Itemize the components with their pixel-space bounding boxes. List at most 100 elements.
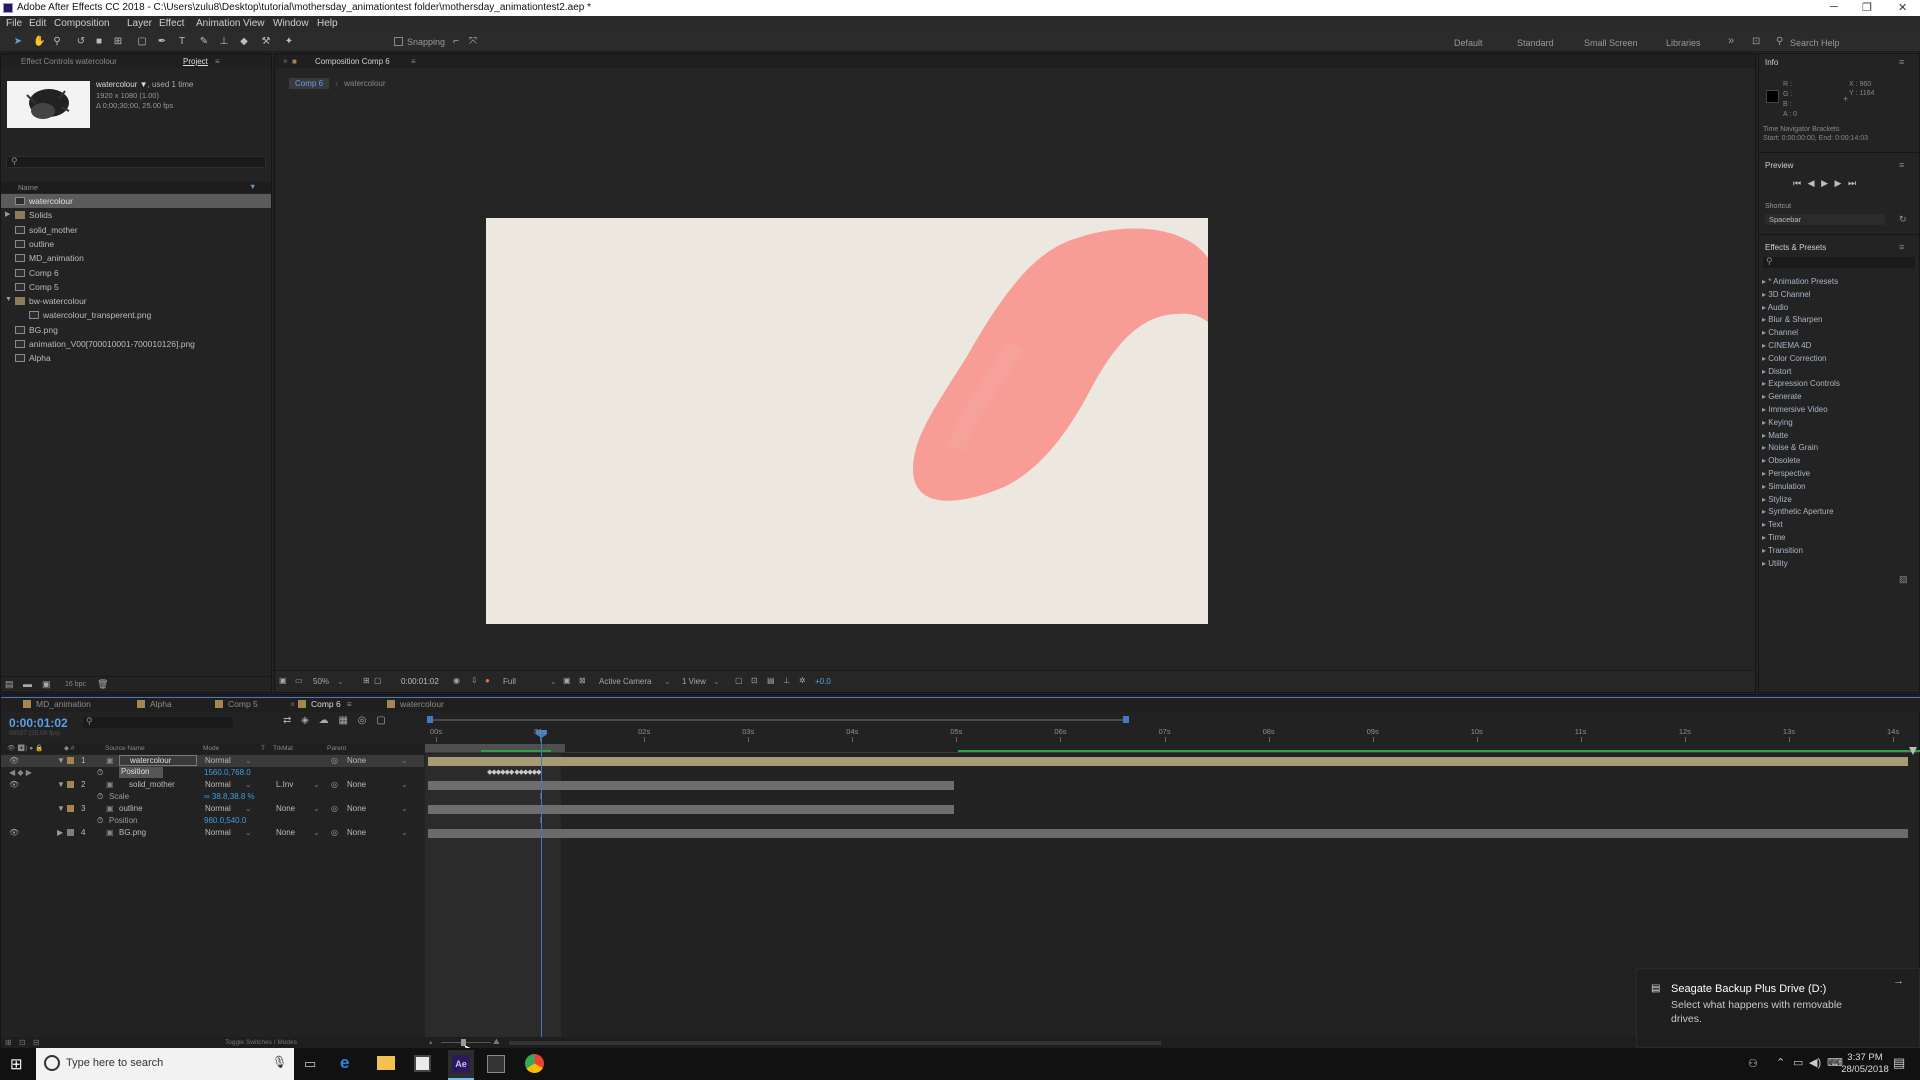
layer-row-solid-mother[interactable]: 👁 ▼ 2 ▣ solid_mother Normal ⌄ L.Inv ⌄ ◎ … bbox=[1, 779, 424, 791]
reset-shortcut-icon[interactable]: ↻ bbox=[1899, 214, 1907, 225]
project-item[interactable]: watercolour_transperent.png bbox=[1, 308, 271, 322]
draft-3d-icon[interactable]: ◈ bbox=[301, 715, 309, 726]
comp-timecode[interactable]: 0:00:01:02 bbox=[401, 677, 439, 686]
parent-select[interactable]: None bbox=[347, 780, 366, 789]
layer-mode[interactable]: Normal bbox=[205, 780, 231, 789]
zoom-in-icon[interactable]: ⛰ bbox=[493, 1037, 500, 1047]
zoom-tool-icon[interactable]: ⚲ bbox=[51, 36, 63, 48]
time-navigator[interactable] bbox=[425, 715, 1919, 725]
workspace-libraries[interactable]: Libraries bbox=[1666, 38, 1701, 48]
panel-menu-icon[interactable]: ≡ bbox=[215, 57, 220, 66]
grid-guides-icon[interactable]: ⊞ bbox=[363, 676, 370, 685]
edge-browser-icon[interactable]: e bbox=[340, 1053, 349, 1073]
volume-icon[interactable]: ◀) bbox=[1809, 1056, 1821, 1069]
parent-select[interactable]: None bbox=[347, 804, 366, 813]
effects-category[interactable]: Perspective bbox=[1762, 469, 1810, 478]
label-color-swatch[interactable] bbox=[67, 829, 74, 836]
selection-tool-icon[interactable]: ➤ bbox=[12, 36, 24, 48]
after-effects-taskbar-button[interactable]: Ae bbox=[448, 1050, 474, 1080]
layer-mode[interactable]: Normal bbox=[205, 804, 231, 813]
menu-composition[interactable]: Composition bbox=[54, 18, 110, 29]
more-workspaces-icon[interactable]: » bbox=[1728, 35, 1734, 47]
delete-icon[interactable]: 🗑 bbox=[97, 679, 108, 690]
effects-category[interactable]: Audio bbox=[1762, 303, 1788, 312]
always-preview-icon[interactable]: ▣ bbox=[279, 676, 287, 685]
in-out-icon[interactable]: ⊟ bbox=[33, 1038, 40, 1047]
tab-comp5[interactable]: Comp 5 bbox=[215, 699, 258, 709]
effects-menu-icon[interactable]: ≡ bbox=[1899, 242, 1904, 252]
layer-name[interactable]: outline bbox=[119, 804, 143, 813]
expand-arrow-icon[interactable]: ▼ bbox=[57, 804, 65, 813]
shortcut-select[interactable]: Spacebar bbox=[1765, 214, 1885, 225]
frame-blending-icon[interactable]: ▦ bbox=[338, 715, 347, 726]
effects-category[interactable]: Channel bbox=[1762, 328, 1798, 337]
toggle-switches-modes[interactable]: Toggle Switches / Modes bbox=[225, 1039, 297, 1046]
keyframe-markers[interactable]: ◆◆◆◆◆◆ ◆◆◆◆◆◆ bbox=[487, 768, 542, 776]
motion-blur-icon[interactable]: ◎ bbox=[358, 715, 367, 726]
effects-category[interactable]: Utility bbox=[1762, 559, 1788, 568]
pickwhip-icon[interactable]: ◎ bbox=[331, 756, 338, 765]
pan-behind-tool-icon[interactable]: ⊞ bbox=[112, 36, 124, 48]
layer-bar-watercolour[interactable] bbox=[428, 757, 1908, 766]
label-color-swatch[interactable] bbox=[67, 757, 74, 764]
menu-edit[interactable]: Edit bbox=[29, 18, 46, 29]
file-explorer-icon[interactable] bbox=[377, 1056, 395, 1070]
first-frame-icon[interactable]: ⏮ bbox=[1793, 178, 1801, 188]
preview-menu-icon[interactable]: ≡ bbox=[1899, 160, 1904, 170]
rotate-tool-icon[interactable]: ↺ bbox=[75, 36, 87, 48]
brush-tool-icon[interactable]: ✎ bbox=[198, 36, 210, 48]
pen-tool-icon[interactable]: ✒ bbox=[156, 36, 168, 48]
snap-features-icon[interactable]: ⤧ bbox=[467, 36, 479, 48]
sort-icon[interactable]: ▼ bbox=[249, 182, 256, 191]
graph-editor-icon[interactable]: ▢ bbox=[376, 715, 385, 726]
effects-search-input[interactable]: ⚲ bbox=[1763, 256, 1915, 268]
effects-category[interactable]: Immersive Video bbox=[1762, 405, 1827, 414]
chrome-icon[interactable] bbox=[525, 1054, 544, 1073]
effects-category[interactable]: Text bbox=[1762, 520, 1783, 529]
effect-controls-tab[interactable]: Effect Controls watercolour bbox=[21, 57, 117, 66]
breadcrumb-comp6[interactable]: Comp 6 bbox=[289, 78, 330, 89]
mode-header[interactable]: Mode bbox=[203, 745, 219, 752]
drive-notification[interactable]: ▤ Seagate Backup Plus Drive (D:) Select … bbox=[1636, 968, 1920, 1048]
minimize-icon[interactable]: ─ bbox=[1830, 1, 1838, 13]
comp-mini-flowchart-icon[interactable]: ⇄ bbox=[283, 715, 291, 726]
trkmat-select[interactable]: None bbox=[276, 828, 295, 837]
close-panel-icon[interactable]: × bbox=[283, 57, 288, 66]
notification-expand-icon[interactable]: → bbox=[1893, 975, 1904, 987]
visibility-icon[interactable]: 👁 bbox=[9, 756, 19, 765]
mask-visibility-icon[interactable]: ▭ bbox=[295, 676, 303, 685]
taskbar-search-box[interactable]: Type here to search 🎙 bbox=[36, 1048, 294, 1080]
transfer-controls-icon[interactable]: ⊡ bbox=[19, 1038, 26, 1047]
property-value[interactable]: 1560.0,768.0 bbox=[204, 768, 251, 777]
menu-window[interactable]: Window bbox=[273, 18, 309, 29]
tab-alpha[interactable]: Alpha bbox=[137, 699, 172, 709]
info-menu-icon[interactable]: ≡ bbox=[1899, 57, 1904, 67]
comp-panel-menu-icon[interactable]: ≡ bbox=[411, 57, 416, 66]
composition-tab[interactable]: Composition Comp 6 bbox=[315, 57, 390, 66]
layer-row-bg[interactable]: 👁 ▶ 4 ▣ BG.png Normal ⌄ None ⌄ ◎ None ⌄ bbox=[1, 827, 424, 839]
effects-category[interactable]: Synthetic Aperture bbox=[1762, 507, 1833, 516]
layer-bar-outline[interactable] bbox=[428, 805, 954, 814]
source-name-header[interactable]: Source Name bbox=[105, 745, 145, 752]
usb-drive-icon[interactable]: ▭ bbox=[1793, 1056, 1803, 1069]
parent-header[interactable]: Parent bbox=[327, 745, 346, 752]
sync-settings-icon[interactable]: ⊡ bbox=[1752, 36, 1760, 47]
menu-animation[interactable]: Animation bbox=[196, 18, 240, 29]
project-item[interactable]: animation_V00[700010001-700010126].png bbox=[1, 337, 271, 351]
zoom-out-icon[interactable]: ▴ bbox=[429, 1038, 432, 1046]
show-channel-icon[interactable]: ● bbox=[485, 676, 490, 685]
snapping-checkbox[interactable] bbox=[394, 37, 403, 46]
project-item[interactable]: outline bbox=[1, 237, 271, 251]
navigator-start-handle[interactable] bbox=[427, 716, 433, 723]
parent-select[interactable]: None bbox=[347, 756, 366, 765]
trkmat-header[interactable]: TrkMat bbox=[273, 745, 293, 752]
bit-depth-label[interactable]: 16 bpc bbox=[65, 681, 86, 688]
pixel-aspect-icon[interactable]: ▢ bbox=[735, 676, 743, 685]
puppet-pin-tool-icon[interactable]: ✦ bbox=[283, 36, 295, 48]
last-frame-icon[interactable]: ⏭ bbox=[1848, 178, 1856, 188]
action-center-icon[interactable]: ▤ bbox=[1893, 1055, 1905, 1071]
roto-brush-tool-icon[interactable]: ⚒ bbox=[260, 36, 272, 48]
visibility-icon[interactable]: 👁 bbox=[9, 780, 19, 789]
network-people-icon[interactable]: ⚇ bbox=[1748, 1057, 1758, 1070]
workspace-small-screen[interactable]: Small Screen bbox=[1584, 38, 1638, 48]
